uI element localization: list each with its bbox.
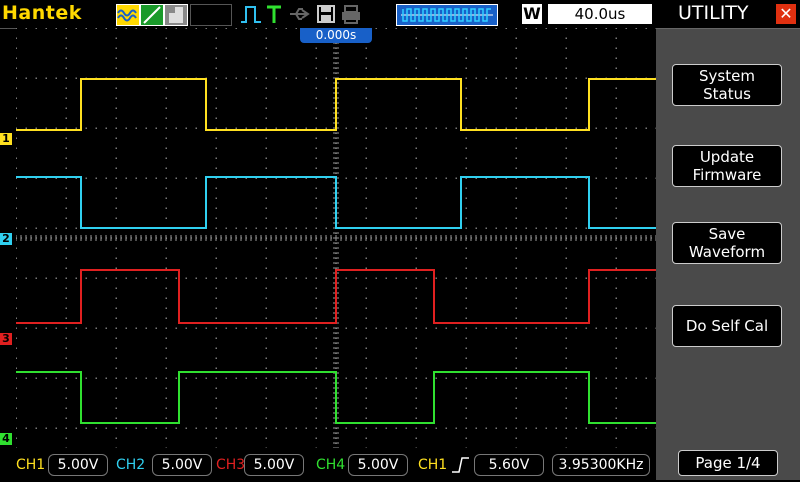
- timebase-readout[interactable]: 40.0us: [548, 4, 652, 24]
- trigger-position-readout: 0.000s: [300, 28, 372, 43]
- save-icon[interactable]: [316, 4, 336, 24]
- system-status-button[interactable]: System Status: [672, 64, 782, 106]
- close-icon[interactable]: ✕: [776, 4, 796, 24]
- page-indicator[interactable]: Page 1/4: [678, 450, 778, 476]
- frequency-readout: 3.95300KHz: [552, 454, 650, 476]
- rising-edge-icon: [450, 454, 470, 482]
- brand-logo: Hantek: [2, 2, 82, 24]
- button-label-line2: Waveform: [688, 243, 766, 261]
- button-label-line2: Status: [703, 85, 751, 103]
- status-bar: CH1 5.00V CH2 5.00V CH3 5.00V CH4 5.00V …: [0, 450, 656, 480]
- trigger-source-label: CH1: [418, 457, 448, 473]
- ch2-ground-marker[interactable]: 2: [0, 233, 12, 245]
- run-pulse-icon[interactable]: [240, 4, 262, 24]
- vector-mode-icon[interactable]: [140, 4, 164, 26]
- button-label-line1: System: [699, 67, 755, 85]
- ch1-label: CH1: [16, 457, 46, 473]
- ch2-trace: [16, 176, 656, 229]
- status-slot: [190, 4, 232, 26]
- save-waveform-button[interactable]: Save Waveform: [672, 222, 782, 264]
- menu-title: UTILITY: [678, 2, 749, 24]
- utility-menu: UTILITY ✕ System Status Update Firmware Sa…: [656, 0, 800, 480]
- ch3-ground-marker[interactable]: 3: [0, 333, 12, 345]
- wave-display-icon[interactable]: [116, 4, 140, 26]
- ch4-scale[interactable]: 5.00V: [348, 454, 408, 476]
- ch2-label: CH2: [116, 457, 146, 473]
- button-label-line2: Firmware: [692, 166, 762, 184]
- usb-icon: [288, 4, 312, 24]
- persistence-icon[interactable]: [164, 4, 188, 26]
- ch1-ground-marker[interactable]: 1: [0, 133, 12, 145]
- ch2-scale[interactable]: 5.00V: [152, 454, 212, 476]
- button-label-line1: Save: [708, 225, 746, 243]
- ch4-trace: [16, 371, 656, 424]
- menu-header: UTILITY ✕: [656, 0, 800, 29]
- print-icon[interactable]: [340, 4, 362, 24]
- ch3-scale[interactable]: 5.00V: [244, 454, 304, 476]
- top-toolbar: Hantek W 40.0us: [0, 0, 656, 29]
- waveform-display[interactable]: 0.000s: [16, 28, 656, 448]
- button-label-line1: Do Self Cal: [685, 317, 769, 335]
- ch4-label: CH4: [316, 457, 346, 473]
- trigger-t-icon[interactable]: [266, 4, 282, 24]
- trigger-level-readout[interactable]: 5.60V: [474, 454, 544, 476]
- ch1-scale[interactable]: 5.00V: [48, 454, 108, 476]
- ch4-ground-marker[interactable]: 4: [0, 433, 12, 445]
- ch3-label: CH3: [216, 457, 246, 473]
- ch3-trace: [16, 269, 656, 324]
- do-self-cal-button[interactable]: Do Self Cal: [672, 305, 782, 347]
- button-label-line1: Update: [699, 148, 755, 166]
- acquire-mode-badge: W: [522, 4, 542, 24]
- channel-traces: [16, 78, 656, 424]
- ch1-trace: [16, 78, 656, 131]
- memory-timeline-bar[interactable]: [396, 4, 498, 26]
- update-firmware-button[interactable]: Update Firmware: [672, 145, 782, 187]
